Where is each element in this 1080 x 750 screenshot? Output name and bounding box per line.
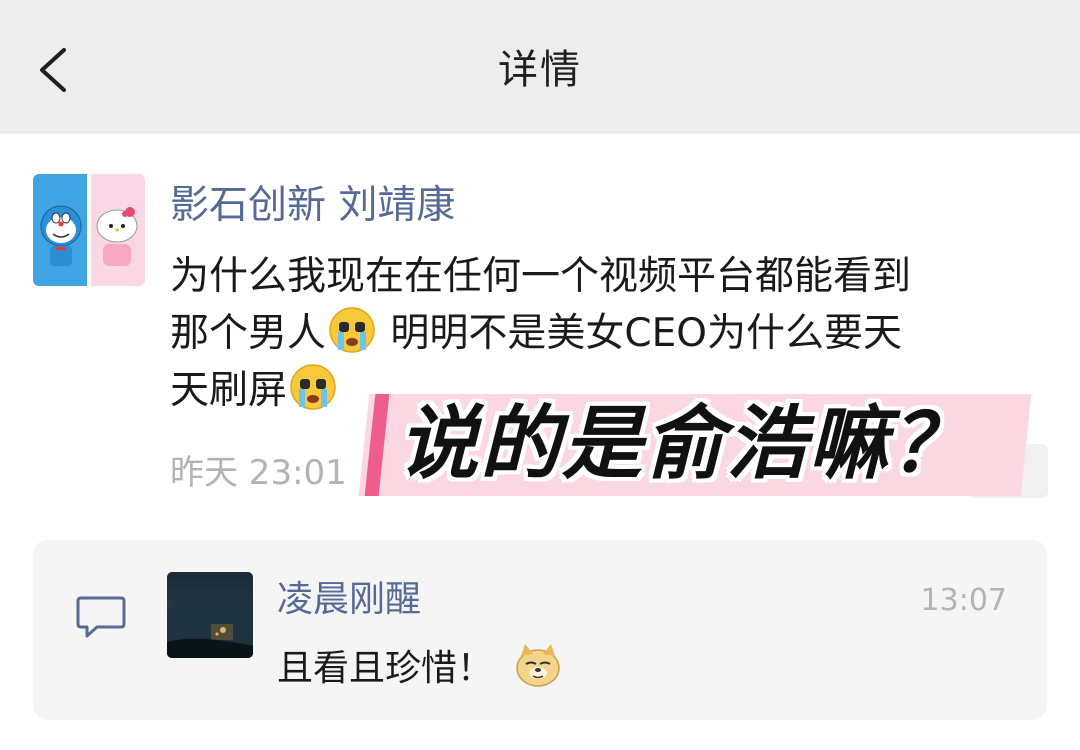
page-title: 详情 xyxy=(498,47,582,93)
author-avatar[interactable] xyxy=(33,174,145,286)
content-line: 那个男人 明明不是美女CEO为什么要天 xyxy=(170,305,1050,362)
crying-face-emoji-icon xyxy=(289,363,337,411)
comment-text: 且看且珍惜！ xyxy=(277,640,563,694)
moment-post: 影石创新 刘靖康 为什么我现在在任何一个视频平台都能看到 那个男人 明明不是美女… xyxy=(0,134,1080,750)
overlay-caption-banner: 说的是俞浩嘛？ xyxy=(358,386,1032,504)
comment-bubble-icon xyxy=(76,596,126,638)
author-name[interactable]: 影石创新 刘靖康 xyxy=(170,180,455,232)
commenter-avatar[interactable] xyxy=(167,572,253,658)
top-nav-bar: 详情 xyxy=(0,0,1080,134)
comments-card: 凌晨刚醒 13:07 且看且珍惜！ xyxy=(33,540,1047,720)
post-timestamp: 昨天 23:01 xyxy=(170,453,347,493)
content-line: 为什么我现在在任何一个视频平台都能看到 xyxy=(170,254,912,299)
comment-time: 13:07 xyxy=(920,583,1007,618)
overlay-caption-text: 说的是俞浩嘛？ xyxy=(398,397,972,490)
crying-face-emoji-icon xyxy=(328,306,376,354)
commenter-name[interactable]: 凌晨刚醒 xyxy=(277,576,421,624)
doge-emoji-icon xyxy=(513,640,563,690)
